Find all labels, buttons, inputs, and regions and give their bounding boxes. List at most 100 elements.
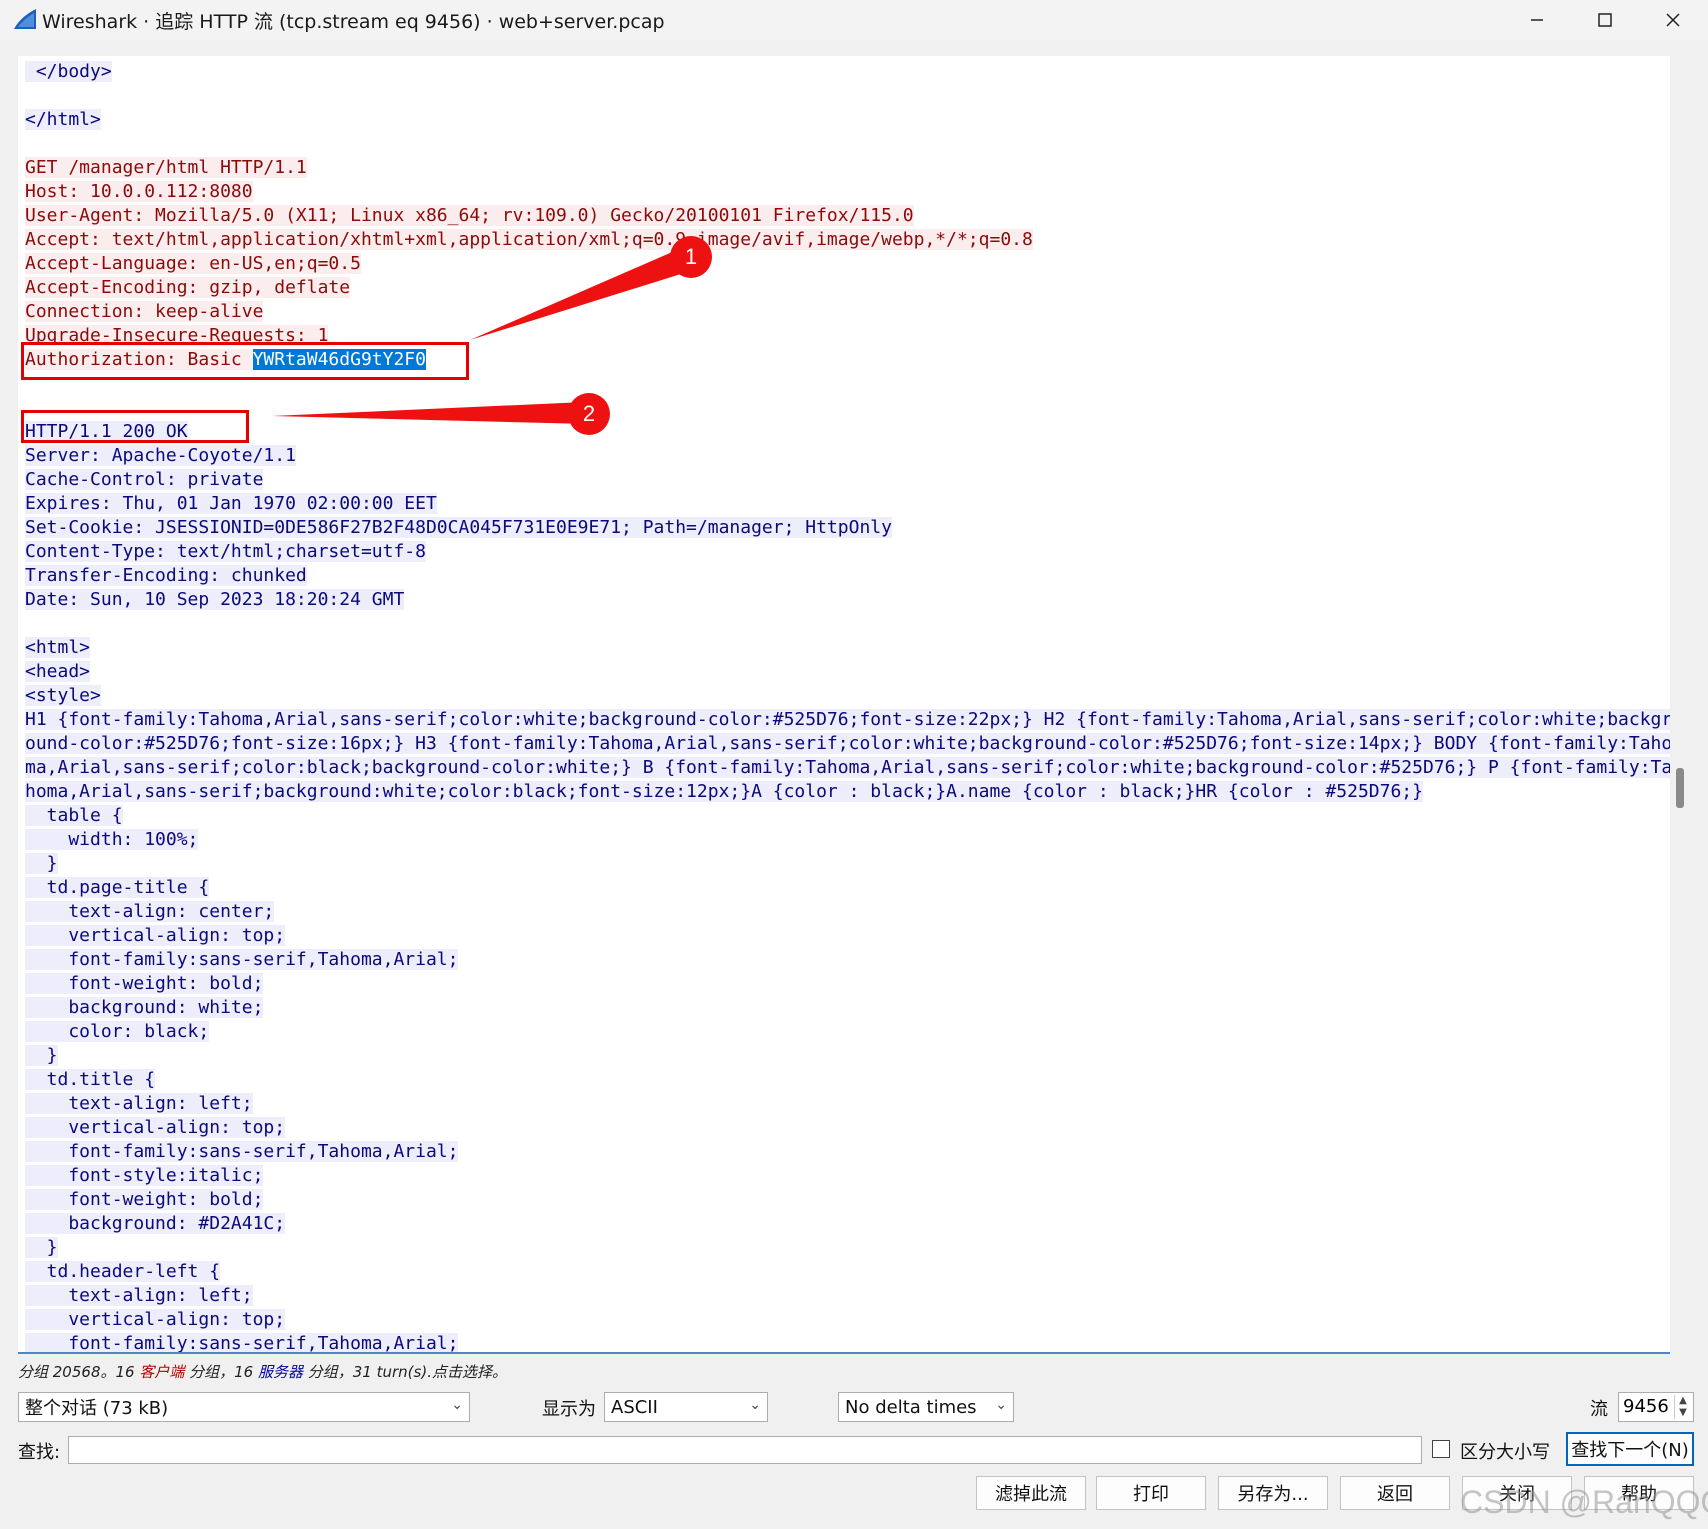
stream-line[interactable]: Cache-Control: private xyxy=(25,468,1670,492)
server-text: table { xyxy=(25,805,123,826)
stream-line[interactable]: <head> xyxy=(25,660,1670,684)
stream-line[interactable]: } xyxy=(25,1236,1670,1260)
client-text: Host: 10.0.0.112:8080 xyxy=(25,181,253,202)
stream-line[interactable]: background: #D2A41C; xyxy=(25,1212,1670,1236)
stream-line[interactable]: width: 100%; xyxy=(25,828,1670,852)
show-as-select[interactable]: ASCII ⌄ xyxy=(604,1392,768,1422)
stream-line[interactable]: color: black; xyxy=(25,1020,1670,1044)
stream-line[interactable]: font-family:sans-serif,Tahoma,Arial; xyxy=(25,948,1670,972)
stream-line[interactable]: <html> xyxy=(25,636,1670,660)
stream-line[interactable]: Accept-Language: en-US,en;q=0.5 xyxy=(25,252,1670,276)
stream-number-value: 9456 xyxy=(1623,1396,1669,1417)
server-text: Content-Type: text/html;charset=utf-8 xyxy=(25,541,426,562)
stream-line[interactable]: </body> xyxy=(25,60,1670,84)
stream-line[interactable]: Set-Cookie: JSESSIONID=0DE586F27B2F48D0C… xyxy=(25,516,1670,540)
stream-line[interactable]: } xyxy=(25,852,1670,876)
conversation-select-value: 整个对话 (73 kB) xyxy=(25,1398,169,1419)
stream-label: 流 xyxy=(1590,1399,1608,1420)
stream-line[interactable]: font-weight: bold; xyxy=(25,1188,1670,1212)
server-text: Date: Sun, 10 Sep 2023 18:20:24 GMT xyxy=(25,589,405,610)
stream-line[interactable]: vertical-align: top; xyxy=(25,924,1670,948)
client-text: User-Agent: Mozilla/5.0 (X11; Linux x86_… xyxy=(25,205,914,226)
find-input[interactable] xyxy=(68,1436,1422,1464)
stream-line[interactable]: table { xyxy=(25,804,1670,828)
stream-line[interactable]: font-family:sans-serif,Tahoma,Arial; xyxy=(25,1140,1670,1164)
stream-line[interactable]: Server: Apache-Coyote/1.1 xyxy=(25,444,1670,468)
close-window-button[interactable] xyxy=(1640,0,1706,40)
server-text: ound-color:#525D76;font-size:16px;} H3 {… xyxy=(25,733,1670,754)
back-button[interactable]: 返回 xyxy=(1340,1476,1450,1510)
stream-line[interactable]: User-Agent: Mozilla/5.0 (X11; Linux x86_… xyxy=(25,204,1670,228)
find-next-button[interactable]: 查找下一个(N) xyxy=(1566,1432,1694,1466)
server-text: td.title { xyxy=(25,1069,156,1090)
stream-line[interactable]: Connection: keep-alive xyxy=(25,300,1670,324)
stream-line[interactable]: Host: 10.0.0.112:8080 xyxy=(25,180,1670,204)
stream-line[interactable]: td.title { xyxy=(25,1068,1670,1092)
annotation-badge-2: 2 xyxy=(568,393,610,435)
stream-number-spinbox[interactable]: 9456 ▲ ▼ xyxy=(1618,1392,1694,1422)
stream-line[interactable]: Date: Sun, 10 Sep 2023 18:20:24 GMT xyxy=(25,588,1670,612)
chevron-down-icon: ⌄ xyxy=(451,1397,463,1413)
save-as-button[interactable]: 另存为... xyxy=(1218,1476,1328,1510)
find-label: 查找: xyxy=(18,1442,61,1463)
annotation-box-http-200 xyxy=(21,410,249,443)
client-text: Connection: keep-alive xyxy=(25,301,264,322)
stream-line[interactable]: HTTP/1.1 200 OK xyxy=(25,420,1670,444)
server-text: background: white; xyxy=(25,997,264,1018)
stream-line[interactable]: ma,Arial,sans-serif;color:black;backgrou… xyxy=(25,756,1670,780)
stream-line[interactable]: ound-color:#525D76;font-size:16px;} H3 {… xyxy=(25,732,1670,756)
stream-line[interactable]: Content-Type: text/html;charset=utf-8 xyxy=(25,540,1670,564)
show-as-label: 显示为 xyxy=(542,1399,596,1420)
vertical-scrollbar-thumb[interactable] xyxy=(1676,768,1684,808)
stream-line[interactable]: homa,Arial,sans-serif;background:white;c… xyxy=(25,780,1670,804)
spin-arrows-icon[interactable]: ▲ ▼ xyxy=(1674,1395,1691,1419)
print-button[interactable]: 打印 xyxy=(1096,1476,1206,1510)
stream-line[interactable]: td.header-left { xyxy=(25,1260,1670,1284)
stream-line[interactable]: Transfer-Encoding: chunked xyxy=(25,564,1670,588)
summary-prefix: 分组 20568。16 xyxy=(18,1363,140,1381)
delta-times-select[interactable]: No delta times ⌄ xyxy=(838,1392,1014,1422)
stream-content-pane[interactable]: </body> </html> GET /manager/html HTTP/1.1… xyxy=(18,56,1670,1354)
stream-text[interactable]: </body> </html> GET /manager/html HTTP/1.1… xyxy=(25,60,1670,1354)
server-text: text-align: center; xyxy=(25,901,275,922)
stream-line[interactable]: td.page-title { xyxy=(25,876,1670,900)
filter-out-button[interactable]: 滤掉此流 xyxy=(976,1476,1086,1510)
stream-line[interactable]: text-align: left; xyxy=(25,1092,1670,1116)
stream-line[interactable] xyxy=(25,612,1670,636)
stream-line[interactable]: Expires: Thu, 01 Jan 1970 02:00:00 EET xyxy=(25,492,1670,516)
case-sensitive-label: 区分大小写 xyxy=(1460,1442,1550,1463)
server-text: background: #D2A41C; xyxy=(25,1213,286,1234)
stream-line[interactable]: font-weight: bold; xyxy=(25,972,1670,996)
server-text: font-family:sans-serif,Tahoma,Arial; xyxy=(25,1333,459,1354)
stream-line[interactable]: H1 {font-family:Tahoma,Arial,sans-serif;… xyxy=(25,708,1670,732)
stream-line[interactable]: } xyxy=(25,1044,1670,1068)
server-text: Expires: Thu, 01 Jan 1970 02:00:00 EET xyxy=(25,493,437,514)
stream-line[interactable]: GET /manager/html HTTP/1.1 xyxy=(25,156,1670,180)
stream-line[interactable]: text-align: left; xyxy=(25,1284,1670,1308)
case-sensitive-checkbox[interactable] xyxy=(1432,1440,1450,1458)
stream-line[interactable]: font-style:italic; xyxy=(25,1164,1670,1188)
client-text: Accept-Language: en-US,en;q=0.5 xyxy=(25,253,361,274)
stream-line[interactable]: background: white; xyxy=(25,996,1670,1020)
stream-line[interactable]: text-align: center; xyxy=(25,900,1670,924)
stream-line[interactable] xyxy=(25,84,1670,108)
server-text: Cache-Control: private xyxy=(25,469,264,490)
client-text: GET /manager/html HTTP/1.1 xyxy=(25,157,307,178)
stream-line[interactable]: vertical-align: top; xyxy=(25,1308,1670,1332)
server-text: } xyxy=(25,853,58,874)
stream-line[interactable]: </html> xyxy=(25,108,1670,132)
stream-line[interactable]: Accept-Encoding: gzip, deflate xyxy=(25,276,1670,300)
summary-suffix: 分组，31 turn(s).点击选择。 xyxy=(303,1363,507,1381)
stream-line[interactable] xyxy=(25,396,1670,420)
stream-line[interactable]: font-family:sans-serif,Tahoma,Arial; xyxy=(25,1332,1670,1354)
chevron-down-icon: ⌄ xyxy=(995,1397,1007,1413)
minimize-button[interactable] xyxy=(1504,0,1570,40)
server-text: Server: Apache-Coyote/1.1 xyxy=(25,445,296,466)
stream-line[interactable]: vertical-align: top; xyxy=(25,1116,1670,1140)
summary-server: 服务器 xyxy=(257,1363,303,1381)
conversation-select[interactable]: 整个对话 (73 kB) ⌄ xyxy=(18,1392,470,1422)
stream-line[interactable]: <style> xyxy=(25,684,1670,708)
stream-line[interactable] xyxy=(25,132,1670,156)
stream-line[interactable]: Accept: text/html,application/xhtml+xml,… xyxy=(25,228,1670,252)
maximize-button[interactable] xyxy=(1572,0,1638,40)
